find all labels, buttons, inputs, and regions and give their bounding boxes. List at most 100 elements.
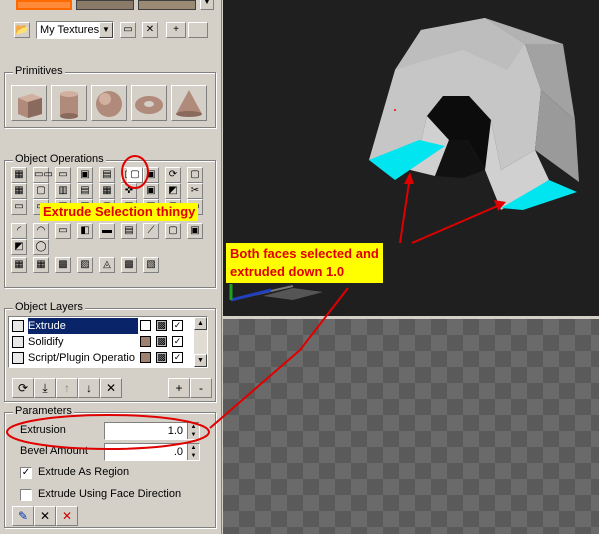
extrusion-label: Extrusion [20, 424, 66, 436]
extrude-as-region-checkbox[interactable]: ✓ [20, 467, 32, 479]
operation-tool-icon[interactable]: ⟋ [143, 223, 159, 239]
torus-icon [135, 96, 163, 114]
primitive-sphere-button[interactable] [91, 85, 127, 121]
open-folder-icon[interactable]: 📂 [14, 22, 30, 38]
layer-lock-toggle[interactable]: ▩ [156, 336, 167, 347]
apply-icon[interactable]: ✎ [12, 506, 34, 526]
primitive-torus-button[interactable] [131, 85, 167, 121]
operation-tool-icon[interactable]: ◜ [11, 223, 27, 239]
primitive-cylinder-button[interactable] [51, 85, 87, 121]
operation-tool-icon[interactable]: ◧ [77, 223, 93, 239]
operation-tool-icon[interactable]: ✜ [121, 183, 137, 199]
layer-row-solidify[interactable]: Solidify ▩ ✓ [10, 334, 195, 350]
operation-tool-icon[interactable]: ▨ [77, 257, 93, 273]
operation-tool-icon[interactable]: ▩ [55, 257, 71, 273]
extrude-selection-icon[interactable]: ▢ [127, 167, 143, 183]
operation-tool-icon[interactable]: ⟳ [165, 167, 181, 183]
delete-icon[interactable]: ✕ [142, 22, 158, 38]
extrude-face-direction-checkbox[interactable] [20, 489, 32, 501]
faces-callout: Both faces selected and extruded down 1.… [226, 243, 383, 283]
scroll-up-icon[interactable]: ▲ [194, 317, 207, 330]
operation-tool-icon[interactable]: ▭▭ [33, 167, 53, 183]
extrude-as-region-label: Extrude As Region [38, 466, 130, 478]
texture-swatch-selected[interactable] [16, 0, 72, 10]
operation-tool-icon[interactable]: ▣ [77, 167, 93, 183]
operation-tool-icon[interactable]: ▥ [55, 183, 71, 199]
move-down-icon[interactable]: ↓ [78, 378, 100, 398]
layer-row-extrude[interactable]: Extrude ▩ ✓ [10, 318, 195, 334]
remove-layer-button[interactable]: - [190, 378, 212, 398]
operation-tool-icon[interactable]: ▭ [11, 199, 27, 215]
left-panel: ▼ 📂 My Textures ▼ ▭ ✕ + Primitives Objec… [0, 0, 222, 534]
close-red-icon[interactable]: ✕ [56, 506, 78, 526]
bevel-spinner[interactable]: ▲ ▼ [187, 444, 199, 460]
layer-name: Solidify [28, 336, 64, 348]
layer-visible-toggle[interactable] [140, 336, 151, 347]
operation-tool-icon[interactable]: ◯ [33, 239, 49, 255]
layer-lock-toggle[interactable]: ▩ [156, 352, 167, 363]
operation-tool-icon[interactable]: ◠ [33, 223, 49, 239]
texture-library-select[interactable]: My Textures ▼ [36, 21, 114, 39]
cube-icon [18, 94, 42, 118]
operation-tool-icon[interactable]: ▭ [55, 167, 71, 183]
texture-extra-button[interactable] [188, 22, 208, 38]
refresh-icon[interactable]: ⟳ [12, 378, 34, 398]
operation-tool-icon[interactable]: ▣ [187, 223, 203, 239]
operation-tool-icon[interactable]: ▢ [33, 183, 49, 199]
merge-down-icon[interactable]: ⤓ [34, 378, 56, 398]
operation-tool-icon[interactable]: ▦ [11, 183, 27, 199]
viewport-texture[interactable] [223, 319, 599, 534]
operation-tool-icon[interactable]: ▦ [11, 257, 27, 273]
layer-row-script[interactable]: Script/Plugin Operatio ▩ ✓ [10, 350, 195, 366]
object-operations-title: Object Operations [13, 153, 106, 165]
layer-list: Extrude ▩ ✓ Solidify ▩ ✓ Script/Plugin O… [8, 316, 208, 368]
cancel-icon[interactable]: ✕ [34, 506, 56, 526]
layer-enabled-checkbox[interactable]: ✓ [172, 336, 183, 347]
layer-visible-toggle[interactable] [140, 320, 151, 331]
delete-layer-icon[interactable]: ✕ [100, 378, 122, 398]
solidify-layer-icon [12, 336, 24, 348]
texture-scroll-down-button[interactable]: ▼ [200, 0, 214, 10]
operation-tool-icon[interactable]: ◩ [11, 239, 27, 255]
scroll-down-icon[interactable]: ▼ [194, 354, 207, 367]
operation-tool-icon[interactable]: ▣ [143, 183, 159, 199]
cylinder-icon [60, 91, 78, 119]
new-document-icon[interactable]: ▭ [120, 22, 136, 38]
operation-tool-icon[interactable]: ▢ [165, 223, 181, 239]
layer-enabled-checkbox[interactable]: ✓ [172, 352, 183, 363]
primitive-cone-button[interactable] [171, 85, 207, 121]
texture-swatch[interactable] [138, 0, 196, 10]
operation-tool-icon[interactable]: ▦ [33, 257, 49, 273]
operation-tool-icon[interactable]: ✂ [187, 183, 203, 199]
operation-tool-icon[interactable]: ▢ [187, 167, 203, 183]
extrusion-input[interactable]: 1.0 ▲ ▼ [104, 422, 200, 440]
operation-tool-icon[interactable]: ◬ [99, 257, 115, 273]
layer-enabled-checkbox[interactable]: ✓ [172, 320, 183, 331]
operation-tool-icon[interactable]: ▤ [99, 167, 115, 183]
object-layers-title: Object Layers [13, 301, 85, 313]
layer-scrollbar[interactable]: ▲ ▼ [194, 317, 207, 367]
operation-tool-icon[interactable]: ▤ [77, 183, 93, 199]
operation-tool-icon[interactable]: ▦ [11, 167, 27, 183]
operation-tool-icon[interactable]: ◩ [165, 183, 181, 199]
operation-tool-icon[interactable]: ▭ [55, 223, 71, 239]
bevel-amount-input[interactable]: .0 ▲ ▼ [104, 443, 200, 461]
extrusion-spinner[interactable]: ▲ ▼ [187, 423, 199, 439]
operation-tool-icon[interactable]: ▣ [143, 167, 159, 183]
layer-lock-toggle[interactable]: ▩ [156, 320, 167, 331]
layer-name: Extrude [28, 318, 138, 334]
move-up-icon[interactable]: ↑ [56, 378, 78, 398]
add-layer-button[interactable]: + [168, 378, 190, 398]
layer-visible-toggle[interactable] [140, 352, 151, 363]
operation-tool-icon[interactable]: ▩ [121, 257, 137, 273]
chevron-down-icon[interactable]: ▼ [99, 22, 113, 38]
operation-tool-icon[interactable]: ▤ [121, 223, 137, 239]
faces-callout-line2: extruded down 1.0 [230, 264, 345, 279]
texture-library-value: My Textures [40, 24, 100, 36]
primitive-cube-button[interactable] [11, 85, 47, 121]
texture-swatch[interactable] [76, 0, 134, 10]
operation-tool-icon[interactable]: ▬ [99, 223, 115, 239]
operation-tool-icon[interactable]: ▦ [99, 183, 115, 199]
operation-tool-icon[interactable]: ▧ [143, 257, 159, 273]
add-texture-button[interactable]: + [166, 22, 186, 38]
